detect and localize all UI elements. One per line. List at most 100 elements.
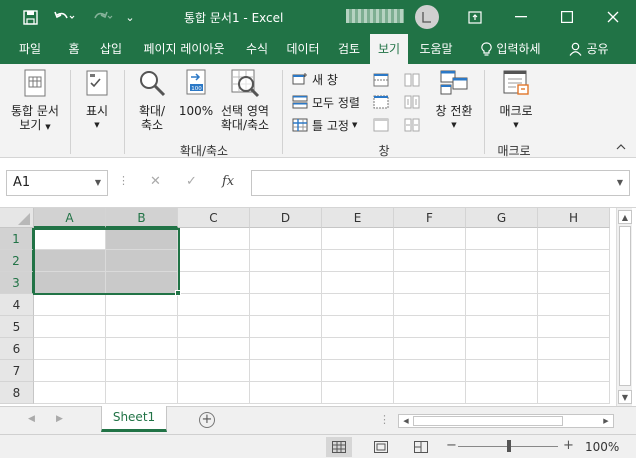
synchronous-scrolling-icon[interactable] — [404, 95, 420, 109]
cell-e7[interactable] — [322, 360, 394, 382]
tab-formulas[interactable]: 수식 — [238, 34, 276, 64]
cell-h8[interactable] — [538, 382, 610, 404]
avatar[interactable]: LJ — [415, 5, 439, 29]
cell-g8[interactable] — [466, 382, 538, 404]
cell-f3[interactable] — [394, 272, 466, 294]
cell-e8[interactable] — [322, 382, 394, 404]
unhide-window-icon[interactable] — [373, 118, 389, 132]
cell-e4[interactable] — [322, 294, 394, 316]
tab-page-layout[interactable]: 페이지 레이아웃 — [134, 34, 234, 64]
cell-b2[interactable] — [106, 250, 178, 272]
cell-b3[interactable] — [106, 272, 178, 294]
scroll-up-icon[interactable]: ▲ — [618, 210, 632, 224]
cell-f5[interactable] — [394, 316, 466, 338]
zoom-level[interactable]: 100% — [585, 440, 619, 454]
column-header-b[interactable]: B — [106, 208, 178, 228]
cell-b6[interactable] — [106, 338, 178, 360]
save-icon[interactable] — [18, 6, 42, 28]
cell-d5[interactable] — [250, 316, 322, 338]
cell-g5[interactable] — [466, 316, 538, 338]
cell-f8[interactable] — [394, 382, 466, 404]
tab-review[interactable]: 검토 — [330, 34, 368, 64]
cell-e1[interactable] — [322, 228, 394, 250]
cell-h5[interactable] — [538, 316, 610, 338]
column-header-g[interactable]: G — [466, 208, 538, 228]
horizontal-scroll-thumb[interactable] — [413, 416, 563, 426]
redo-button[interactable] — [86, 6, 118, 28]
row-header-3[interactable]: 3 — [0, 272, 34, 294]
row-header-1[interactable]: 1 — [0, 228, 34, 250]
workbook-views-button[interactable]: 통합 문서 보기 ▼ — [4, 68, 66, 134]
new-window-button[interactable]: 새 창 — [292, 70, 338, 88]
tab-insert[interactable]: 삽입 — [92, 34, 130, 64]
tab-file[interactable]: 파일 — [8, 34, 52, 64]
cell-b7[interactable] — [106, 360, 178, 382]
collapse-ribbon-button[interactable] — [616, 142, 626, 153]
cell-d1[interactable] — [250, 228, 322, 250]
worksheet-grid[interactable]: ABCDEFGH 12345678 — [0, 208, 636, 406]
vertical-scroll-thumb[interactable] — [619, 226, 631, 386]
cell-h2[interactable] — [538, 250, 610, 272]
cell-e3[interactable] — [322, 272, 394, 294]
insert-function-icon[interactable]: fx — [222, 174, 234, 189]
cell-a2[interactable] — [34, 250, 106, 272]
zoom-100-button[interactable]: 100 100% — [176, 68, 216, 118]
enter-icon[interactable]: ✓ — [186, 174, 197, 189]
column-header-e[interactable]: E — [322, 208, 394, 228]
cell-e6[interactable] — [322, 338, 394, 360]
cell-g6[interactable] — [466, 338, 538, 360]
cell-a8[interactable] — [34, 382, 106, 404]
undo-button[interactable] — [48, 6, 80, 28]
tab-help[interactable]: 도움말 — [412, 34, 460, 64]
arrange-all-button[interactable]: 모두 정렬 — [292, 93, 360, 111]
reset-window-position-icon[interactable] — [404, 118, 420, 132]
cell-b4[interactable] — [106, 294, 178, 316]
cell-f2[interactable] — [394, 250, 466, 272]
cell-c1[interactable] — [178, 228, 250, 250]
row-header-4[interactable]: 4 — [0, 294, 34, 316]
horizontal-scrollbar[interactable]: ◀ ▶ — [398, 414, 614, 428]
add-sheet-icon[interactable]: + — [199, 412, 215, 428]
cell-d8[interactable] — [250, 382, 322, 404]
column-header-f[interactable]: F — [394, 208, 466, 228]
cell-g3[interactable] — [466, 272, 538, 294]
cell-d7[interactable] — [250, 360, 322, 382]
freeze-panes-button[interactable]: 틀 고정 ▼ — [292, 116, 357, 134]
cell-c3[interactable] — [178, 272, 250, 294]
row-header-6[interactable]: 6 — [0, 338, 34, 360]
scroll-down-icon[interactable]: ▼ — [618, 390, 632, 404]
cell-g2[interactable] — [466, 250, 538, 272]
hide-window-icon[interactable] — [373, 95, 389, 109]
cell-b8[interactable] — [106, 382, 178, 404]
cell-g7[interactable] — [466, 360, 538, 382]
tab-home[interactable]: 홈 — [58, 34, 90, 64]
cell-e2[interactable] — [322, 250, 394, 272]
tell-me-search[interactable]: 입력하세 — [466, 34, 556, 64]
cell-f7[interactable] — [394, 360, 466, 382]
scroll-left-icon[interactable]: ◀ — [399, 415, 413, 427]
page-layout-view-button[interactable] — [368, 437, 394, 457]
cell-h1[interactable] — [538, 228, 610, 250]
cell-c7[interactable] — [178, 360, 250, 382]
view-side-by-side-icon[interactable] — [404, 73, 420, 87]
cell-d4[interactable] — [250, 294, 322, 316]
cell-c6[interactable] — [178, 338, 250, 360]
cell-a5[interactable] — [34, 316, 106, 338]
split-icon[interactable] — [373, 73, 389, 87]
ribbon-display-options-button[interactable] — [452, 0, 498, 34]
cell-h4[interactable] — [538, 294, 610, 316]
zoom-to-selection-button[interactable]: 선택 영역 확대/축소 — [216, 68, 274, 132]
show-button[interactable]: 표시 ▼ — [74, 68, 120, 132]
tab-split-grip-icon[interactable]: ⋮ — [379, 413, 390, 426]
column-header-d[interactable]: D — [250, 208, 322, 228]
cell-d2[interactable] — [250, 250, 322, 272]
next-sheet-icon[interactable]: ▶ — [56, 414, 63, 424]
cell-f6[interactable] — [394, 338, 466, 360]
cell-g4[interactable] — [466, 294, 538, 316]
cell-h3[interactable] — [538, 272, 610, 294]
row-header-2[interactable]: 2 — [0, 250, 34, 272]
fill-handle[interactable] — [175, 290, 181, 296]
cell-a1[interactable] — [34, 228, 106, 250]
cell-g1[interactable] — [466, 228, 538, 250]
cell-h6[interactable] — [538, 338, 610, 360]
